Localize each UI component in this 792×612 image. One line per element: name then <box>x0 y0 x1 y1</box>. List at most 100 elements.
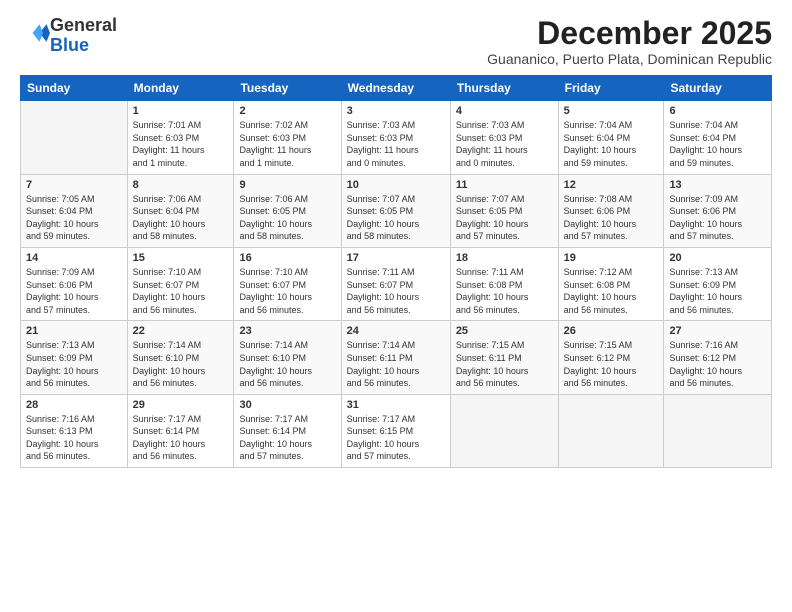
day-number: 28 <box>26 399 122 411</box>
calendar-week-row: 7Sunrise: 7:05 AM Sunset: 6:04 PM Daylig… <box>21 174 772 247</box>
day-info: Sunrise: 7:16 AM Sunset: 6:13 PM Dayligh… <box>26 413 122 463</box>
logo-icon <box>22 19 50 47</box>
day-number: 19 <box>564 252 659 264</box>
day-info: Sunrise: 7:04 AM Sunset: 6:04 PM Dayligh… <box>669 119 766 169</box>
weekday-header: Tuesday <box>234 76 341 101</box>
logo: General Blue <box>20 16 117 56</box>
calendar-cell <box>21 101 128 174</box>
day-number: 6 <box>669 105 766 117</box>
day-info: Sunrise: 7:06 AM Sunset: 6:04 PM Dayligh… <box>133 193 229 243</box>
calendar-cell: 24Sunrise: 7:14 AM Sunset: 6:11 PM Dayli… <box>341 321 450 394</box>
calendar-cell: 3 Sunrise: 7:03 AM Sunset: 6:03 PM Daylig… <box>341 101 450 174</box>
day-info: Sunrise: 7:09 AM Sunset: 6:06 PM Dayligh… <box>26 266 122 316</box>
calendar-cell: 7Sunrise: 7:05 AM Sunset: 6:04 PM Daylig… <box>21 174 128 247</box>
day-info: Sunrise: 7:16 AM Sunset: 6:12 PM Dayligh… <box>669 339 766 389</box>
day-info: Sunrise: 7:17 AM Sunset: 6:15 PM Dayligh… <box>347 413 445 463</box>
day-number: 13 <box>669 179 766 191</box>
day-number: 8 <box>133 179 229 191</box>
day-number: 30 <box>239 399 335 411</box>
day-number: 11 <box>456 179 553 191</box>
day-number: 4 <box>456 105 553 117</box>
day-info: Sunrise: 7:15 AM Sunset: 6:11 PM Dayligh… <box>456 339 553 389</box>
day-number: 25 <box>456 325 553 337</box>
day-number: 22 <box>133 325 229 337</box>
day-number: 1 <box>133 105 229 117</box>
day-info: Sunrise: 7:11 AM Sunset: 6:07 PM Dayligh… <box>347 266 445 316</box>
day-info: Sunrise: 7:10 AM Sunset: 6:07 PM Dayligh… <box>133 266 229 316</box>
day-info: Sunrise: 7:06 AM Sunset: 6:05 PM Dayligh… <box>239 193 335 243</box>
day-number: 12 <box>564 179 659 191</box>
page: General Blue December 2025 Guananico, Pu… <box>0 0 792 612</box>
day-info: Sunrise: 7:10 AM Sunset: 6:07 PM Dayligh… <box>239 266 335 316</box>
header: General Blue December 2025 Guananico, Pu… <box>20 16 772 67</box>
day-number: 15 <box>133 252 229 264</box>
logo-general-text: General <box>50 15 117 35</box>
day-number: 24 <box>347 325 445 337</box>
calendar-cell: 13 Sunrise: 7:09 AM Sunset: 6:06 PM Dayli… <box>664 174 772 247</box>
day-info: Sunrise: 7:14 AM Sunset: 6:10 PM Dayligh… <box>239 339 335 389</box>
subtitle: Guananico, Puerto Plata, Dominican Repub… <box>487 51 772 67</box>
day-info: Sunrise: 7:03 AM Sunset: 6:03 PM Dayligh… <box>347 119 445 169</box>
day-number: 3 <box>347 105 445 117</box>
calendar-cell: 29 Sunrise: 7:17 AM Sunset: 6:14 PM Dayli… <box>127 394 234 467</box>
weekday-header: Saturday <box>664 76 772 101</box>
day-info: Sunrise: 7:09 AM Sunset: 6:06 PM Dayligh… <box>669 193 766 243</box>
calendar-cell: 11Sunrise: 7:07 AM Sunset: 6:05 PM Dayli… <box>450 174 558 247</box>
logo-blue-text: Blue <box>50 35 89 55</box>
day-info: Sunrise: 7:12 AM Sunset: 6:08 PM Dayligh… <box>564 266 659 316</box>
calendar-week-row: 14 Sunrise: 7:09 AM Sunset: 6:06 PM Dayli… <box>21 247 772 320</box>
weekday-header: Friday <box>558 76 664 101</box>
calendar-cell: 12Sunrise: 7:08 AM Sunset: 6:06 PM Dayli… <box>558 174 664 247</box>
calendar-cell: 31 Sunrise: 7:17 AM Sunset: 6:15 PM Dayli… <box>341 394 450 467</box>
day-info: Sunrise: 7:02 AM Sunset: 6:03 PM Dayligh… <box>239 119 335 169</box>
day-info: Sunrise: 7:17 AM Sunset: 6:14 PM Dayligh… <box>239 413 335 463</box>
day-info: Sunrise: 7:14 AM Sunset: 6:10 PM Dayligh… <box>133 339 229 389</box>
day-number: 2 <box>239 105 335 117</box>
day-number: 29 <box>133 399 229 411</box>
day-number: 9 <box>239 179 335 191</box>
calendar-cell <box>664 394 772 467</box>
calendar-cell: 21 Sunrise: 7:13 AM Sunset: 6:09 PM Dayli… <box>21 321 128 394</box>
day-info: Sunrise: 7:15 AM Sunset: 6:12 PM Dayligh… <box>564 339 659 389</box>
day-info: Sunrise: 7:03 AM Sunset: 6:03 PM Dayligh… <box>456 119 553 169</box>
day-number: 10 <box>347 179 445 191</box>
day-number: 23 <box>239 325 335 337</box>
day-number: 26 <box>564 325 659 337</box>
day-number: 17 <box>347 252 445 264</box>
calendar-week-row: 21 Sunrise: 7:13 AM Sunset: 6:09 PM Dayli… <box>21 321 772 394</box>
day-info: Sunrise: 7:13 AM Sunset: 6:09 PM Dayligh… <box>669 266 766 316</box>
calendar-week-row: 1Sunrise: 7:01 AM Sunset: 6:03 PM Daylig… <box>21 101 772 174</box>
calendar-cell <box>450 394 558 467</box>
calendar-cell: 5Sunrise: 7:04 AM Sunset: 6:04 PM Daylig… <box>558 101 664 174</box>
day-number: 21 <box>26 325 122 337</box>
calendar-cell: 4 Sunrise: 7:03 AM Sunset: 6:03 PM Daylig… <box>450 101 558 174</box>
day-number: 20 <box>669 252 766 264</box>
calendar-cell: 20 Sunrise: 7:13 AM Sunset: 6:09 PM Dayli… <box>664 247 772 320</box>
calendar-cell: 8 Sunrise: 7:06 AM Sunset: 6:04 PM Daylig… <box>127 174 234 247</box>
title-block: December 2025 Guananico, Puerto Plata, D… <box>487 16 772 67</box>
month-title: December 2025 <box>487 16 772 51</box>
calendar-cell: 22 Sunrise: 7:14 AM Sunset: 6:10 PM Dayli… <box>127 321 234 394</box>
day-number: 27 <box>669 325 766 337</box>
calendar-cell: 27 Sunrise: 7:16 AM Sunset: 6:12 PM Dayli… <box>664 321 772 394</box>
day-info: Sunrise: 7:17 AM Sunset: 6:14 PM Dayligh… <box>133 413 229 463</box>
calendar-cell: 17 Sunrise: 7:11 AM Sunset: 6:07 PM Dayli… <box>341 247 450 320</box>
day-number: 14 <box>26 252 122 264</box>
weekday-header: Monday <box>127 76 234 101</box>
calendar-table: SundayMondayTuesdayWednesdayThursdayFrid… <box>20 75 772 468</box>
day-number: 18 <box>456 252 553 264</box>
calendar-cell: 18Sunrise: 7:11 AM Sunset: 6:08 PM Dayli… <box>450 247 558 320</box>
weekday-header: Wednesday <box>341 76 450 101</box>
calendar-cell: 6 Sunrise: 7:04 AM Sunset: 6:04 PM Daylig… <box>664 101 772 174</box>
calendar-cell: 14 Sunrise: 7:09 AM Sunset: 6:06 PM Dayli… <box>21 247 128 320</box>
calendar-cell: 15 Sunrise: 7:10 AM Sunset: 6:07 PM Dayli… <box>127 247 234 320</box>
weekday-header: Thursday <box>450 76 558 101</box>
calendar-cell: 28 Sunrise: 7:16 AM Sunset: 6:13 PM Dayli… <box>21 394 128 467</box>
day-info: Sunrise: 7:07 AM Sunset: 6:05 PM Dayligh… <box>347 193 445 243</box>
day-info: Sunrise: 7:13 AM Sunset: 6:09 PM Dayligh… <box>26 339 122 389</box>
calendar-cell: 16Sunrise: 7:10 AM Sunset: 6:07 PM Dayli… <box>234 247 341 320</box>
calendar-header-row: SundayMondayTuesdayWednesdayThursdayFrid… <box>21 76 772 101</box>
calendar-cell: 2 Sunrise: 7:02 AM Sunset: 6:03 PM Daylig… <box>234 101 341 174</box>
calendar-cell: 10 Sunrise: 7:07 AM Sunset: 6:05 PM Dayli… <box>341 174 450 247</box>
day-number: 31 <box>347 399 445 411</box>
